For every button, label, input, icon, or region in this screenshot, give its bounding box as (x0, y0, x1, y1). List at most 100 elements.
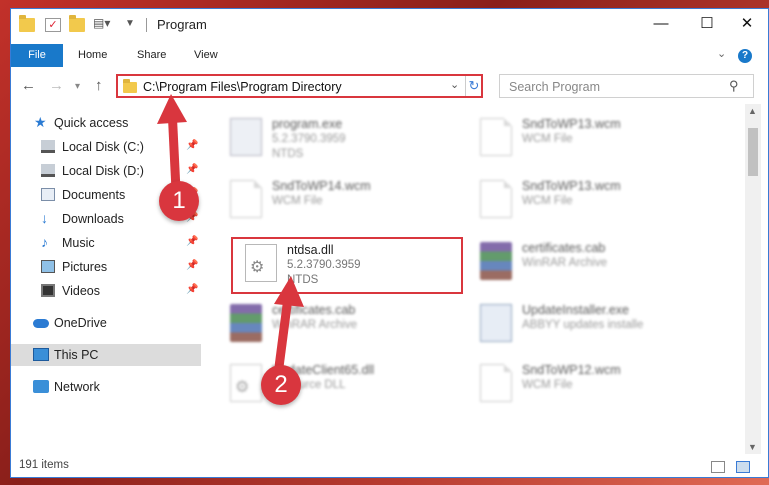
tab-file[interactable]: File (11, 44, 63, 67)
nav-item-pictures[interactable]: Pictures 📌 (11, 256, 201, 278)
expand-ribbon-icon[interactable]: ⌄ (717, 47, 726, 60)
callout-2: 2 (261, 365, 301, 405)
details-view-icon[interactable] (711, 461, 725, 473)
scroll-up-icon[interactable]: ▲ (748, 106, 757, 116)
nav-item-music[interactable]: ♪ Music 📌 (11, 232, 201, 254)
dll-gear-icon (230, 364, 262, 402)
up-icon[interactable]: ↑ (95, 77, 103, 94)
nav-label: Quick access (54, 116, 129, 130)
file-icon (480, 364, 512, 402)
pin-icon[interactable]: 📌 (186, 260, 198, 271)
disk-icon (41, 140, 55, 153)
close-button[interactable]: ✕ (724, 9, 768, 39)
file-name: UpdateInstaller.exe (522, 303, 630, 317)
nav-label: Videos (62, 284, 100, 298)
file-name: program.exe (272, 117, 343, 131)
file-icon (230, 180, 262, 218)
properties-check-icon[interactable]: ✓ (45, 18, 61, 32)
scroll-thumb[interactable] (748, 128, 758, 176)
highlight-box (231, 237, 463, 294)
nav-item-onedrive[interactable]: OneDrive (11, 312, 201, 334)
search-icon[interactable]: ⚲ (729, 78, 739, 94)
file-detail: WCM File (522, 195, 573, 207)
file-detail: ABBYY updates installe (522, 319, 644, 331)
tab-share[interactable]: Share (137, 44, 166, 67)
scroll-down-icon[interactable]: ▼ (748, 442, 757, 452)
item-count: 191 items (19, 459, 69, 471)
file-item[interactable]: UpdateInstaller.exe ABBYY updates instal… (466, 298, 701, 348)
refresh-icon[interactable]: ↻ (465, 76, 482, 96)
status-bar: 191 items (11, 457, 768, 477)
file-name: certificates.cab (272, 303, 356, 317)
nav-item-this-pc[interactable]: This PC (11, 344, 201, 366)
nav-item-local-disk-d[interactable]: Local Disk (D:) 📌 (11, 160, 201, 182)
documents-icon (41, 188, 55, 201)
file-name: certificates.cab (522, 241, 606, 255)
file-item[interactable]: SndToWP13.wcm WCM File (466, 174, 701, 224)
exe-icon (230, 118, 262, 156)
file-detail: 5.2.3790.3959 (272, 133, 346, 145)
file-detail: WinRAR Archive (272, 319, 357, 331)
file-detail: NTDS (272, 148, 304, 160)
pin-icon[interactable]: 📌 (186, 140, 198, 151)
search-placeholder[interactable]: Search Program (509, 80, 600, 94)
file-name: SndToWP13.wcm (522, 117, 621, 131)
file-detail: WinRAR Archive (522, 257, 607, 269)
onedrive-icon (33, 319, 49, 328)
file-name: SndToWP13.wcm (522, 179, 621, 193)
recent-dropdown-icon[interactable]: ▾ (75, 81, 80, 92)
file-item[interactable]: SndToWP12.wcm WCM File (466, 358, 701, 408)
customize-qat-icon[interactable]: ▤▾ (93, 16, 110, 30)
this-pc-icon (33, 348, 49, 361)
help-icon[interactable]: ? (738, 49, 752, 63)
nav-item-network[interactable]: Network (11, 376, 201, 398)
file-item[interactable]: UpdateClient65.dll Resource DLL (216, 358, 451, 408)
qat-dropdown-icon[interactable]: ▼ (125, 18, 135, 29)
address-path[interactable]: C:\Program Files\Program Directory (143, 80, 342, 94)
file-icon (480, 118, 512, 156)
nav-item-local-disk-c[interactable]: Local Disk (C:) 📌 (11, 136, 201, 158)
forward-icon[interactable]: → (49, 77, 64, 94)
vertical-scrollbar[interactable]: ▲ ▼ (745, 104, 761, 454)
title-bar: ✓ ▤▾ ▼ Program — ☐ ✕ (11, 9, 768, 41)
nav-item-quick-access[interactable]: ★ Quick access (11, 112, 201, 134)
nav-label: Music (62, 236, 95, 250)
nav-label: Documents (62, 188, 126, 202)
search-box[interactable]: Search Program ⚲ (499, 74, 754, 98)
nav-label: Network (54, 380, 100, 394)
pin-icon[interactable]: 📌 (186, 236, 198, 247)
address-folder-icon (123, 79, 137, 93)
file-item[interactable]: SndToWP14.wcm WCM File (216, 174, 451, 224)
file-item[interactable]: certificates.cab WinRAR Archive (466, 236, 701, 286)
file-name: SndToWP12.wcm (522, 363, 621, 377)
pin-icon[interactable]: 📌 (186, 164, 198, 175)
new-folder-icon[interactable] (69, 15, 85, 32)
back-icon[interactable]: ← (21, 77, 36, 94)
address-bar[interactable]: C:\Program Files\Program Directory ⌄ ↻ (116, 74, 483, 98)
nav-label: Pictures (62, 260, 108, 274)
winrar-icon (480, 242, 512, 280)
pictures-icon (41, 260, 55, 273)
pin-icon[interactable]: 📌 (186, 284, 198, 295)
address-dropdown-icon[interactable]: ⌄ (450, 78, 459, 91)
callout-1: 1 (159, 181, 199, 221)
nav-item-videos[interactable]: Videos 📌 (11, 280, 201, 302)
music-icon: ♪ (41, 234, 48, 250)
file-name: SndToWP14.wcm (272, 179, 371, 193)
tab-view[interactable]: View (194, 44, 218, 67)
file-item[interactable]: program.exe 5.2.3790.3959 NTDS (216, 112, 451, 162)
downloads-icon: ↓ (41, 210, 48, 226)
large-icons-view-icon[interactable] (736, 461, 750, 473)
ribbon: File Home Share View ⌄ ? (11, 41, 768, 67)
minimize-button[interactable]: — (638, 9, 684, 39)
nav-label: Local Disk (C:) (62, 140, 144, 154)
file-item[interactable]: certificates.cab WinRAR Archive (216, 298, 451, 348)
navigation-pane: ★ Quick access Local Disk (C:) 📌 Local D… (11, 104, 201, 449)
nav-label: Local Disk (D:) (62, 164, 144, 178)
file-item[interactable]: SndToWP13.wcm WCM File (466, 112, 701, 162)
nav-label: Downloads (62, 212, 124, 226)
tab-home[interactable]: Home (78, 44, 107, 67)
address-row: ← → ▾ ↑ C:\Program Files\Program Directo… (11, 71, 768, 101)
file-detail: WCM File (522, 133, 573, 145)
setup-icon (480, 304, 512, 342)
